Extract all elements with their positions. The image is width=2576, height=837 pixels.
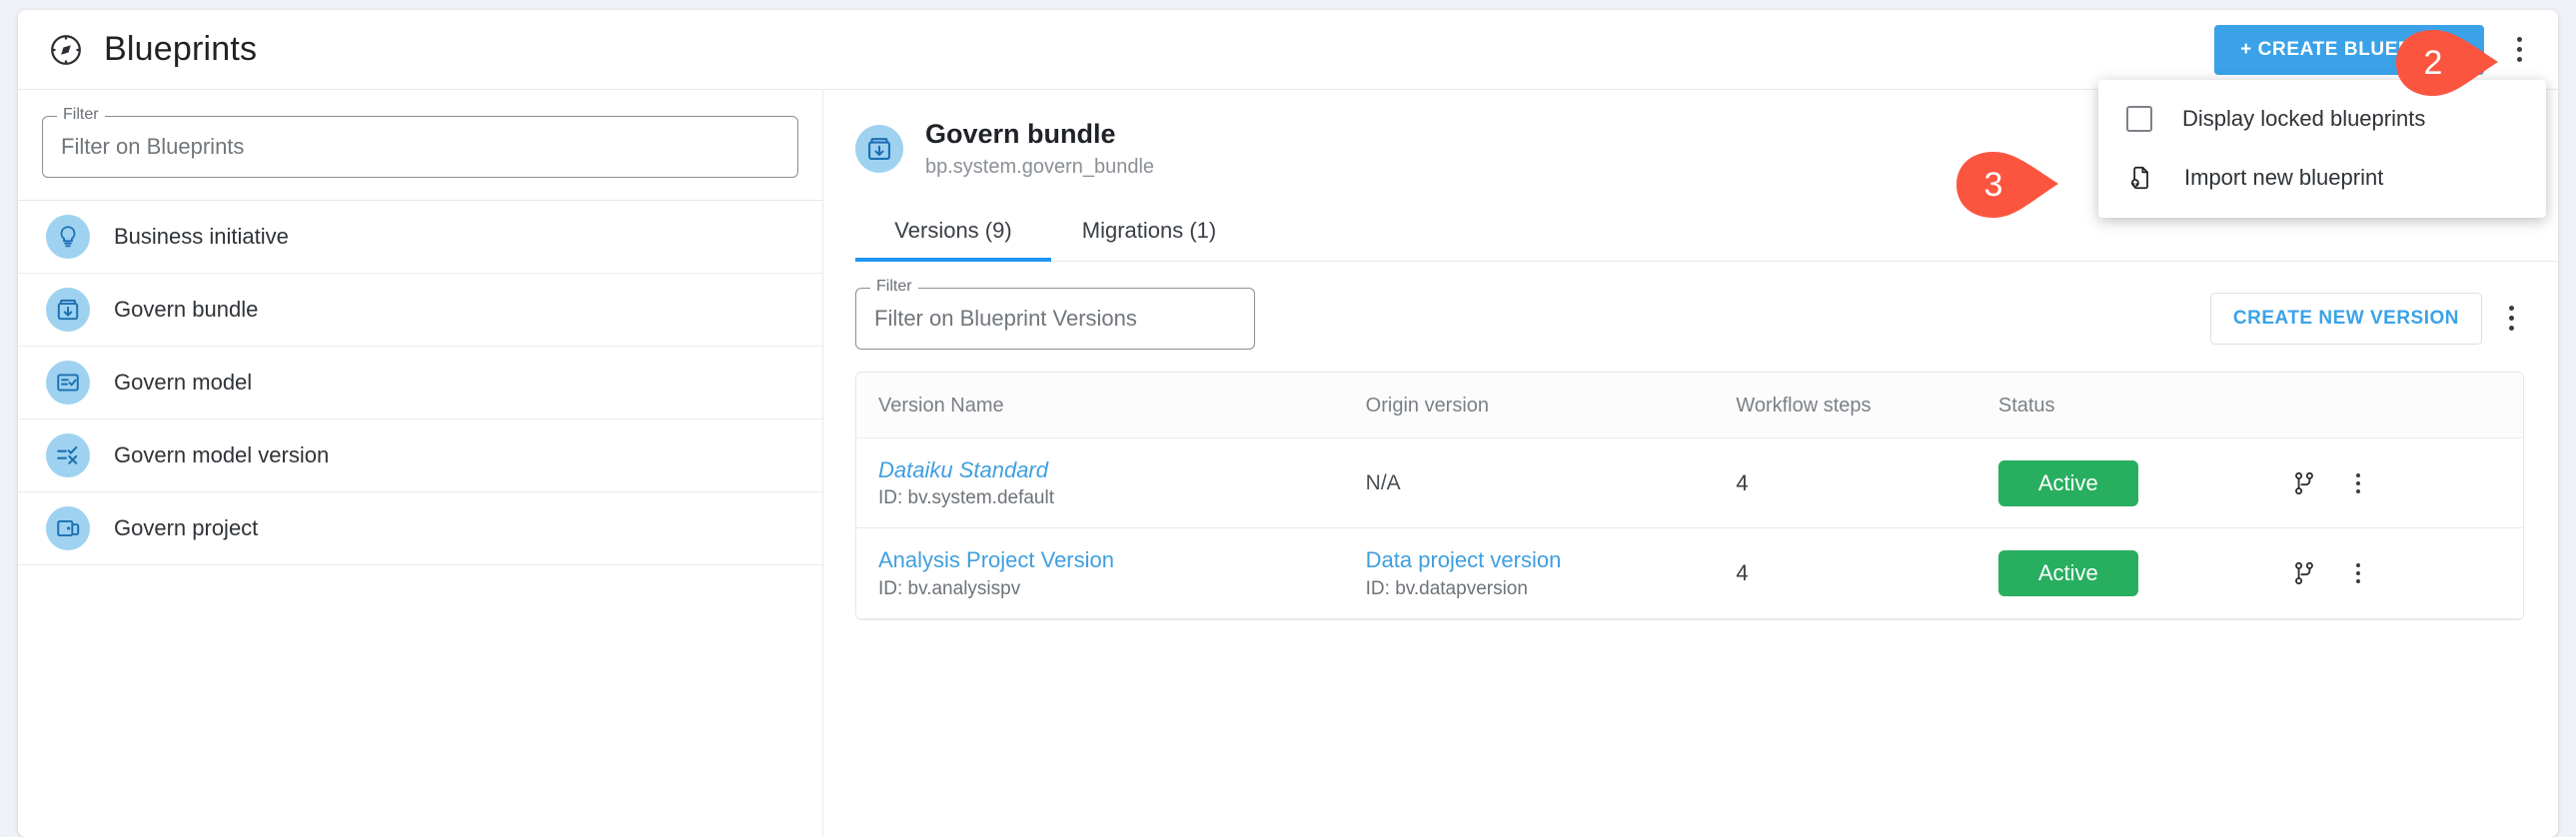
status-badge: Active [1997,550,2138,596]
sidebar-item-govern-bundle[interactable]: Govern bundle [18,274,822,347]
blueprints-sidebar: Filter Business initiative [18,90,823,837]
git-branch-icon[interactable] [2291,560,2317,586]
cell-status: Active [1997,527,2292,619]
sidebar-item-label: Govern model [114,370,253,395]
column-header-status: Status [1997,372,2292,438]
sidebar-item-business-initiative[interactable]: Business initiative [18,201,822,274]
versions-filter-wrap: Filter [855,277,1255,350]
column-header-version-name: Version Name [856,372,1366,438]
cell-status: Active [1997,437,2292,529]
menu-item-label: Display locked blueprints [2182,106,2426,131]
versions-table: Version Name Origin version Workflow ste… [856,372,2523,619]
sidebar-item-govern-model[interactable]: Govern model [18,347,822,419]
row-actions [2291,467,2523,499]
header-right: + CREATE BLUEPRINT [2214,24,2532,75]
git-branch-icon[interactable] [2291,470,2317,496]
workflow-steps-value: 4 [1736,560,1749,585]
origin-version-value: N/A [1365,470,1401,494]
origin-version-id: ID: bv.datapversion [1365,577,1528,599]
sidebar-filter-wrap: Filter [18,90,822,201]
versions-filter-label: Filter [870,277,918,296]
filter-blueprints-input[interactable] [61,134,779,160]
version-name-link[interactable]: Dataiku Standard [878,456,1366,484]
cell-row-actions [2291,437,2523,529]
app-window: Blueprints + CREATE BLUEPRINT Filter Fil… [18,10,2558,837]
table-header-row: Version Name Origin version Workflow ste… [856,372,2523,438]
version-id: ID: bv.analysispv [878,577,1021,599]
version-name-link[interactable]: Analysis Project Version [878,546,1366,574]
column-header-actions [2291,372,2523,438]
cell-workflow-steps: 4 [1736,527,1998,619]
version-id: ID: bv.system.default [878,487,1054,509]
sidebar-filter-label: Filter [57,106,105,124]
project-folder-icon [46,506,90,550]
menu-item-import-new-blueprint[interactable]: Import new blueprint [2098,148,2546,208]
versions-filter-field[interactable]: Filter [855,277,1255,350]
cell-version-name: Dataiku Standard ID: bv.system.default [856,437,1366,529]
bundle-download-icon [855,124,903,173]
versions-overflow-menu-icon[interactable] [2498,299,2524,339]
model-version-icon [46,433,90,477]
cell-origin-version: Data project version ID: bv.datapversion [1365,527,1737,619]
bundle-download-icon [46,288,90,332]
model-check-icon [46,361,90,405]
column-header-origin-version: Origin version [1365,372,1737,438]
page-title: Blueprints [104,30,258,68]
header-left: Blueprints [48,30,257,69]
cell-version-name: Analysis Project Version ID: bv.analysis… [856,527,1366,619]
bundle-title: Govern bundle [925,119,1116,149]
file-upload-icon [2126,164,2154,192]
create-blueprint-button[interactable]: + CREATE BLUEPRINT [2214,24,2484,75]
filter-versions-input[interactable] [874,305,1236,332]
header-overflow-menu-icon[interactable] [2506,30,2532,70]
row-overflow-menu-icon[interactable] [2347,467,2369,499]
cell-origin-version: N/A [1365,437,1737,529]
versions-toolbar-actions: CREATE NEW VERSION [2209,292,2524,345]
sidebar-item-label: Business initiative [114,224,289,249]
row-overflow-menu-icon[interactable] [2347,557,2369,589]
header-dropdown-menu: Display locked blueprints Import new blu… [2098,80,2546,218]
blueprint-list: Business initiative Govern bundle Govern… [18,201,822,565]
versions-table-wrap: Version Name Origin version Workflow ste… [855,371,2524,620]
blueprints-compass-icon [48,32,84,68]
sidebar-item-label: Govern bundle [114,297,259,322]
tab-migrations[interactable]: Migrations (1) [1051,202,1247,262]
origin-version-link[interactable]: Data project version [1366,546,1737,574]
sidebar-item-label: Govern model version [114,442,330,467]
versions-table-body: Dataiku Standard ID: bv.system.default N… [856,437,2523,619]
versions-table-head: Version Name Origin version Workflow ste… [856,372,2523,438]
sidebar-item-govern-project[interactable]: Govern project [18,492,822,565]
status-badge: Active [1997,459,2138,506]
versions-toolbar: Filter CREATE NEW VERSION [823,262,2558,350]
column-header-workflow-steps: Workflow steps [1736,372,1998,438]
sidebar-item-label: Govern project [114,515,259,540]
menu-item-display-locked-blueprints[interactable]: Display locked blueprints [2098,90,2546,148]
cell-row-actions [2291,527,2523,619]
create-new-version-button[interactable]: CREATE NEW VERSION [2209,292,2482,345]
tab-versions[interactable]: Versions (9) [855,202,1051,262]
sidebar-item-govern-model-version[interactable]: Govern model version [18,419,822,492]
sidebar-filter-field[interactable]: Filter [42,106,798,178]
row-actions [2291,557,2523,589]
table-row[interactable]: Analysis Project Version ID: bv.analysis… [856,527,2523,619]
workflow-steps-value: 4 [1736,469,1749,495]
page-header: Blueprints + CREATE BLUEPRINT [18,10,2558,90]
checkbox-unchecked-icon[interactable] [2126,106,2152,132]
menu-item-label: Import new blueprint [2184,165,2384,190]
cell-workflow-steps: 4 [1736,437,1998,529]
lightbulb-icon [46,215,90,259]
table-row[interactable]: Dataiku Standard ID: bv.system.default N… [856,437,2523,529]
bundle-subtitle: bp.system.govern_bundle [925,155,1155,178]
